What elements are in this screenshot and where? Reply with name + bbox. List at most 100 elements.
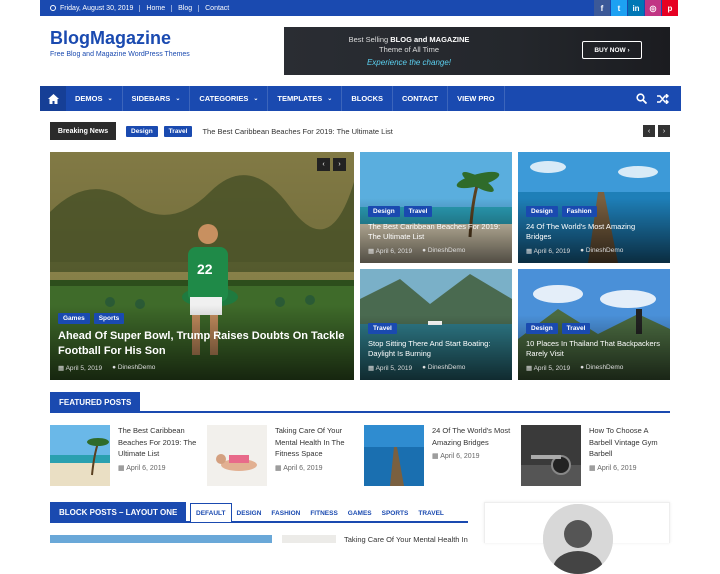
twitter-icon[interactable]: t	[611, 0, 627, 16]
next-arrow-icon[interactable]: ›	[658, 125, 670, 137]
featured-posts-header: FEATURED POSTS	[50, 392, 670, 413]
top-date: Friday, August 30, 2019	[40, 5, 133, 12]
featured-title-1[interactable]: The Best Caribbean Beaches For 2019: The…	[118, 425, 200, 460]
slider-next-icon[interactable]: ›	[333, 158, 346, 171]
shuffle-icon[interactable]	[657, 93, 669, 104]
tag-design[interactable]: Design	[368, 205, 400, 217]
featured-thumb-3[interactable]	[364, 425, 424, 486]
tag-design[interactable]: Design	[526, 205, 558, 217]
breaking-news: Breaking News Design Travel The Best Car…	[50, 122, 670, 140]
hero-grid-author-2[interactable]: ● DineshDemo	[580, 247, 623, 255]
nav-item-view-pro[interactable]: VIEW PRO	[448, 86, 505, 111]
prev-arrow-icon[interactable]: ‹	[643, 125, 655, 137]
hero-grid-post-3[interactable]: Travel Stop Sitting There And Start Boat…	[360, 269, 512, 380]
search-icon[interactable]	[636, 93, 647, 104]
featured-post-1[interactable]: The Best Caribbean Beaches For 2019: The…	[50, 425, 200, 486]
nav-item-templates[interactable]: TEMPLATES ⌄	[268, 86, 343, 111]
featured-date-2: ▦ April 6, 2019	[275, 464, 323, 472]
nav-item-contact[interactable]: CONTACT	[393, 86, 449, 111]
hero-main-meta: ▦ April 5, 2019 ● DineshDemo	[58, 364, 346, 372]
featured-thumb-1[interactable]	[50, 425, 110, 486]
hero-grid-post-1[interactable]: Design Travel The Best Caribbean Beaches…	[360, 152, 512, 263]
tag-games[interactable]: Games	[58, 313, 90, 325]
top-link-blog[interactable]: Blog	[171, 4, 198, 12]
nav-tools	[636, 86, 669, 111]
tab-fashion[interactable]: FASHION	[266, 510, 305, 517]
chevron-down-icon: ⌄	[327, 96, 333, 102]
hero-grid-tags-2: Design Fashion	[526, 205, 662, 217]
hero-grid-post-4[interactable]: Design Travel 10 Places In Thailand That…	[518, 269, 670, 380]
hero-grid-meta-1: ▦ April 6, 2019 ● DineshDemo	[368, 247, 504, 255]
hero-grid-title-1[interactable]: The Best Caribbean Beaches For 2019: The…	[368, 222, 504, 242]
slider-prev-icon[interactable]: ‹	[317, 158, 330, 171]
tag-travel[interactable]: Travel	[403, 205, 433, 217]
tag-design[interactable]: Design	[126, 125, 158, 137]
nav-item-label: CATEGORIES	[199, 94, 249, 103]
pinterest-icon[interactable]: p	[662, 0, 678, 16]
tab-travel[interactable]: TRAVEL	[413, 510, 449, 517]
tab-games[interactable]: GAMES	[343, 510, 377, 517]
tag-design[interactable]: Design	[526, 322, 558, 334]
linkedin-icon[interactable]: in	[628, 0, 644, 16]
nav-item-demos[interactable]: DEMOS ⌄	[66, 86, 123, 111]
hero-grid-date-4: ▦ April 5, 2019	[526, 365, 571, 372]
breaking-arrows: ‹ ›	[643, 125, 670, 137]
nav-item-label: CONTACT	[402, 94, 439, 103]
featured-post-3[interactable]: 24 Of The World's Most Amazing Bridges ▦…	[364, 425, 514, 486]
featured-title-2[interactable]: Taking Care Of Your Mental Health In The…	[275, 425, 357, 460]
featured-thumb-4[interactable]	[521, 425, 581, 486]
nav-item-sidebars[interactable]: SIDEBARS ⌄	[123, 86, 191, 111]
hero-grid-overlay-2: Design Fashion 24 Of The World's Most Am…	[518, 197, 670, 263]
tab-default[interactable]: DEFAULT	[190, 503, 232, 523]
author-avatar[interactable]	[543, 504, 613, 574]
tag-travel[interactable]: Travel	[561, 322, 591, 334]
nav-item-categories[interactable]: CATEGORIES ⌄	[190, 86, 269, 111]
tab-sports[interactable]: SPORTS	[377, 510, 414, 517]
hero-grid-overlay-3: Travel Stop Sitting There And Start Boat…	[360, 314, 512, 380]
social-links: f t in ◎ p	[593, 0, 678, 16]
tag-fashion[interactable]: Fashion	[561, 205, 597, 217]
breaking-headline[interactable]: The Best Caribbean Beaches For 2019: The…	[202, 127, 392, 136]
hero-grid-title-4[interactable]: 10 Places In Thailand That Backpackers R…	[526, 339, 662, 359]
featured-post-4[interactable]: How To Choose A Barbell Vintage Gym Barb…	[521, 425, 671, 486]
top-link-home[interactable]: Home	[139, 4, 171, 12]
tag-sports[interactable]: Sports	[93, 313, 125, 325]
tag-travel[interactable]: Travel	[163, 125, 193, 137]
hero-grid-author-3[interactable]: ● DineshDemo	[422, 364, 465, 372]
sidebar-widget	[484, 502, 670, 574]
featured-post-2[interactable]: Taking Care Of Your Mental Health In The…	[207, 425, 357, 486]
instagram-icon[interactable]: ◎	[645, 0, 661, 16]
hero-grid-author-4[interactable]: ● DineshDemo	[580, 364, 623, 372]
buy-now-button[interactable]: BUY NOW ›	[582, 41, 642, 59]
block-post-image[interactable]	[50, 535, 272, 543]
block-post-thumb[interactable]	[282, 535, 336, 543]
hero-main-author[interactable]: ● DineshDemo	[112, 364, 155, 372]
block-posts-title: BLOCK POSTS – LAYOUT ONE	[50, 502, 187, 522]
hero-main-title[interactable]: Ahead Of Super Bowl, Trump Raises Doubts…	[58, 329, 346, 359]
hero-grid-title-3[interactable]: Stop Sitting There And Start Boating: Da…	[368, 339, 504, 359]
facebook-icon[interactable]: f	[594, 0, 610, 16]
main-nav: DEMOS ⌄ SIDEBARS ⌄ CATEGORIES ⌄ TEMPLATES ⌄ BLOC…	[40, 86, 681, 111]
hero-grid-title-2[interactable]: 24 Of The World's Most Amazing Bridges	[526, 222, 662, 242]
tab-design[interactable]: DESIGN	[232, 510, 267, 517]
featured-date-4: ▦ April 6, 2019	[589, 464, 637, 472]
tab-fitness[interactable]: FITNESS	[305, 510, 342, 517]
hero-grid-post-2[interactable]: Design Fashion 24 Of The World's Most Am…	[518, 152, 670, 263]
nav-item-label: BLOCKS	[351, 94, 383, 103]
breaking-news-label: Breaking News	[50, 122, 116, 140]
hero-grid-author-1[interactable]: ● DineshDemo	[422, 247, 465, 255]
tag-travel[interactable]: Travel	[368, 322, 397, 334]
nav-item-blocks[interactable]: BLOCKS	[342, 86, 393, 111]
top-link-contact[interactable]: Contact	[198, 4, 235, 12]
banner-line-3: Experience the change!	[366, 58, 452, 67]
featured-title-4[interactable]: How To Choose A Barbell Vintage Gym Barb…	[589, 425, 671, 460]
site-title[interactable]: BlogMagazine	[50, 28, 171, 49]
hero-main-post[interactable]: 22 ‹ › Games Sports Ahead Of Super Bowl,…	[50, 152, 354, 380]
banner-line-1: Best Selling BLOG and MAGAZINE	[348, 35, 470, 44]
home-icon[interactable]	[40, 86, 66, 111]
featured-thumb-2[interactable]	[207, 425, 267, 486]
featured-title-3[interactable]: 24 Of The World's Most Amazing Bridges	[432, 425, 514, 448]
header-banner-ad[interactable]: Best Selling BLOG and MAGAZINE Theme of …	[284, 27, 670, 75]
banner-line-2: Theme of All Time	[378, 45, 440, 54]
block-posts-tabs: DEFAULT DESIGN FASHION FITNESS GAMES SPORTS TR…	[190, 503, 449, 523]
